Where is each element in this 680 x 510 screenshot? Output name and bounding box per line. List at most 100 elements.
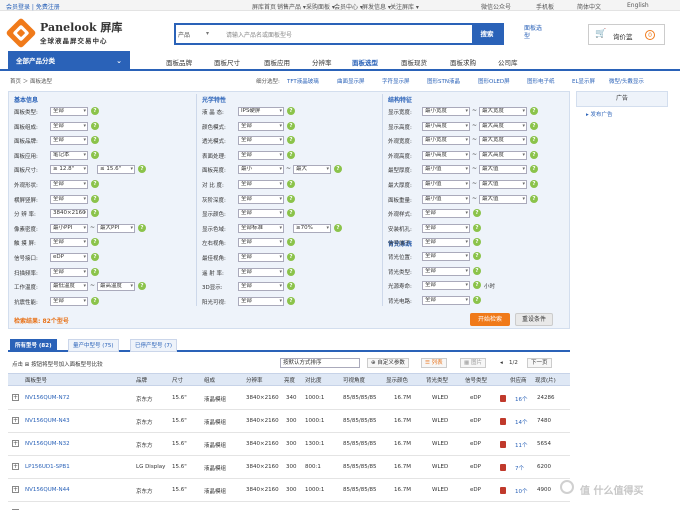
help-icon[interactable]: ? <box>530 121 538 130</box>
help-icon[interactable]: ? <box>287 253 295 261</box>
th-stock[interactable]: 现货(片) <box>535 376 556 384</box>
filter-select[interactable]: 全部 <box>422 266 470 276</box>
filter-select-max[interactable]: 最高温度 <box>97 282 135 292</box>
filter-select[interactable]: 全部 <box>238 209 284 219</box>
panel-select-link[interactable]: 面板选型 <box>524 25 544 41</box>
help-icon[interactable]: ? <box>473 223 481 232</box>
pdf-icon[interactable] <box>500 464 506 471</box>
cell-model[interactable]: NV156QUM-N32 <box>25 441 70 447</box>
cell-supplier[interactable]: 14个 <box>515 418 528 426</box>
tab-all-models[interactable]: 所有型号 (82) <box>10 339 57 352</box>
help-icon[interactable]: ? <box>473 252 481 260</box>
help-icon[interactable]: ? <box>287 121 295 130</box>
search-category-select[interactable]: 产品 <box>178 30 190 39</box>
filter-select[interactable]: 全部标准 <box>238 223 284 233</box>
cell-model[interactable]: LP156UD1-SPB1 <box>25 464 70 470</box>
filter-select[interactable]: 全部 <box>238 180 284 189</box>
th-viewing-angle[interactable]: 可视角度 <box>343 376 365 384</box>
cell-model[interactable]: NV156QUM-N72 <box>25 395 70 401</box>
filter-select[interactable]: 最小PPI <box>50 223 88 233</box>
cell-model[interactable]: NV156QUM-N44 <box>25 487 70 493</box>
publish-ad-link[interactable]: ▸ 发布广告 <box>586 110 613 118</box>
help-icon[interactable]: ? <box>91 267 99 276</box>
filter-select-max[interactable]: 最大值 <box>479 165 527 175</box>
cell-supplier[interactable]: 10个 <box>515 487 528 495</box>
inquiry-basket[interactable]: 🛒 询价篮 0 <box>588 24 665 45</box>
prev-page-icon[interactable]: ◂ <box>500 360 503 366</box>
filter-select[interactable]: 最小宽度 <box>422 136 470 146</box>
filter-select-max[interactable]: 最大宽度 <box>479 136 527 146</box>
filter-select[interactable]: 全部 <box>50 136 88 146</box>
nav-company-library[interactable]: 公司库 <box>498 57 518 67</box>
quick-filter-curved[interactable]: 曲面显示屏 <box>337 77 365 85</box>
filter-select[interactable]: 全部 <box>238 296 284 306</box>
filter-select[interactable]: 全部 <box>422 281 470 291</box>
nav-panel-application[interactable]: 面板应用 <box>264 57 290 67</box>
tab-in-production[interactable]: 量产中型号 (75) <box>68 339 119 352</box>
filter-select[interactable]: 最小高度 <box>422 150 470 160</box>
pdf-icon[interactable] <box>500 395 506 402</box>
topnav-wechat[interactable]: 微信公众号 <box>481 2 511 11</box>
breadcrumb[interactable]: 首页 ＞ 面板选型 <box>10 77 52 85</box>
th-signal[interactable]: 信号类型 <box>465 376 487 384</box>
add-compare-icon[interactable]: + <box>12 463 19 470</box>
filter-select[interactable]: 3840×2160 <box>50 209 88 219</box>
list-view-button[interactable]: ☰ 列表 <box>421 358 447 368</box>
help-icon[interactable]: ? <box>91 180 99 188</box>
filter-select[interactable]: 最低温度 <box>50 282 88 292</box>
th-composition[interactable]: 组成 <box>204 376 215 384</box>
filter-select-max[interactable]: ≤ 15.6" <box>97 165 135 175</box>
cell-supplier[interactable]: 11个 <box>515 441 528 449</box>
quick-filter-tft[interactable]: TFT液晶玻璃 <box>287 77 319 85</box>
help-icon[interactable]: ? <box>530 180 538 188</box>
topnav-follow[interactable]: 关注屏库 ▾ <box>390 2 419 11</box>
help-icon[interactable]: ? <box>473 266 481 275</box>
filter-select-max[interactable]: 最大值 <box>479 194 527 204</box>
filter-select[interactable]: 全部 <box>50 121 88 131</box>
nav-panel-size[interactable]: 面板尺寸 <box>214 57 240 67</box>
logo-text[interactable]: Panelook 屏库 <box>40 19 122 35</box>
topnav-purchase[interactable]: 采购面板 ▾ <box>306 2 335 11</box>
filter-select[interactable]: 全部 <box>238 136 284 146</box>
filter-select[interactable]: 全部 <box>50 180 88 189</box>
help-icon[interactable]: ? <box>91 296 99 305</box>
filter-select[interactable]: 全部 <box>422 223 470 233</box>
filter-select[interactable]: 最小值 <box>422 180 470 189</box>
pdf-icon[interactable] <box>500 487 506 494</box>
topnav-member[interactable]: 会员中心 ▾ <box>334 2 363 11</box>
custom-params-button[interactable]: ⊕ 自定义参数 <box>367 358 409 368</box>
quick-filter-stn[interactable]: 图形STN液晶 <box>427 77 460 85</box>
filter-select[interactable]: 全部 <box>422 209 470 219</box>
th-contrast[interactable]: 对比度 <box>305 376 322 384</box>
image-view-button[interactable]: ▦ 图片 <box>460 358 486 368</box>
help-icon[interactable]: ? <box>91 194 99 203</box>
topnav-sales[interactable]: 销售产品 ▾ <box>277 2 306 11</box>
cell-supplier[interactable]: 7个 <box>515 464 524 472</box>
all-categories-button[interactable]: 全部产品分类 ⌄ <box>8 51 130 71</box>
next-page-button[interactable]: 下一页 <box>527 358 552 368</box>
add-compare-icon[interactable]: + <box>12 440 19 447</box>
filter-select[interactable]: 全部 <box>50 194 88 204</box>
filter-select-max[interactable]: ≥70% <box>293 223 331 233</box>
filter-select[interactable]: 全部 <box>238 150 284 160</box>
search-button[interactable]: 搜索 <box>472 25 502 43</box>
th-brand[interactable]: 品牌 <box>136 376 147 384</box>
help-icon[interactable]: ? <box>334 223 342 232</box>
pdf-icon[interactable] <box>500 441 506 448</box>
filter-select[interactable]: 全部 <box>238 238 284 248</box>
filter-select[interactable]: 全部 <box>238 121 284 131</box>
start-search-button[interactable]: 开始检索 <box>470 313 510 326</box>
help-icon[interactable]: ? <box>287 107 295 115</box>
add-compare-icon[interactable]: + <box>12 486 19 493</box>
filter-select[interactable]: 最小宽度 <box>422 107 470 116</box>
filter-select[interactable]: 全部 <box>422 252 470 261</box>
nav-panel-select[interactable]: 面板选型 <box>352 57 378 67</box>
filter-select-max[interactable]: 最大PPI <box>97 223 135 233</box>
help-icon[interactable]: ? <box>530 194 538 203</box>
filter-select[interactable]: 全部 <box>50 107 88 116</box>
nav-panel-stock[interactable]: 面板现货 <box>401 57 427 67</box>
filter-select[interactable]: ≥ 12.8" <box>50 165 88 175</box>
help-icon[interactable]: ? <box>138 223 146 232</box>
filter-select[interactable]: 最小高度 <box>422 121 470 131</box>
help-icon[interactable]: ? <box>530 150 538 159</box>
